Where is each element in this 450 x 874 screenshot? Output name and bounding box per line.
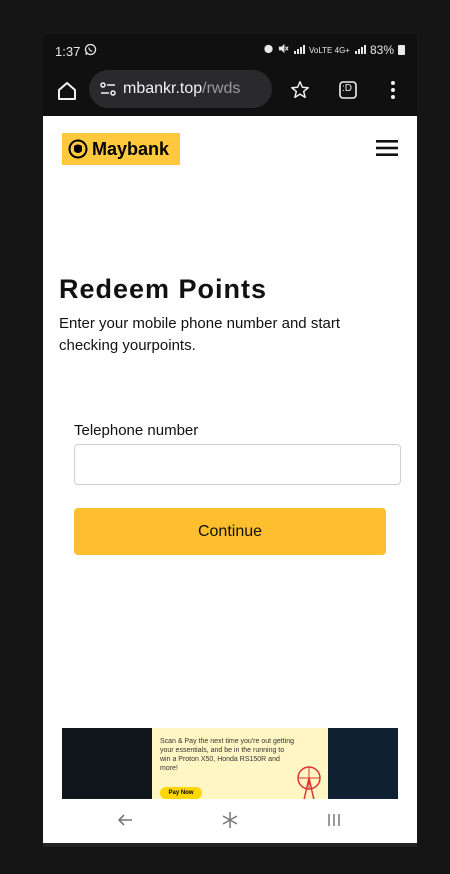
tabs-label: :D — [342, 83, 352, 94]
battery-icon — [398, 45, 405, 55]
home-button[interactable] — [55, 79, 79, 103]
ferris-wheel-icon — [297, 766, 321, 800]
banner-card: Scan & Pay the next time you're out gett… — [152, 728, 328, 800]
address-bar[interactable]: mbankr.top/rwds — [89, 70, 272, 108]
telephone-label: Telephone number — [74, 422, 199, 439]
promo-banner[interactable]: Scan & Pay the next time you're out gett… — [62, 728, 398, 800]
back-arrow-icon — [117, 814, 132, 826]
telephone-input[interactable] — [74, 444, 401, 485]
page-title: Redeem Points — [59, 274, 268, 304]
tiger-logo-icon — [68, 139, 88, 159]
logo-text: Maybank — [92, 138, 170, 159]
battery-percent: 83% — [369, 43, 394, 57]
signal-icon-2 — [354, 43, 366, 57]
status-left: 1:37 — [55, 43, 97, 59]
phone-screen: 1:37 VoLTE 4G+ 83% mbankr.top/rwds:D Ma… — [43, 34, 417, 847]
system-nav-bar — [43, 799, 417, 843]
web-page: Maybank Redeem Points Enter your mobile … — [43, 116, 417, 847]
back-button[interactable] — [115, 810, 135, 830]
hamburger-icon — [376, 140, 398, 156]
browser-toolbar: mbankr.top/rwds :D — [43, 66, 417, 116]
alarm-icon — [263, 43, 274, 57]
hamburger-menu-button[interactable] — [376, 140, 398, 156]
more-vert-icon — [391, 81, 395, 99]
network-type: VoLTE 4G+ — [308, 45, 350, 55]
site-settings-icon[interactable] — [99, 80, 117, 98]
clock: 1:37 — [55, 43, 81, 59]
continue-button[interactable]: Continue — [74, 508, 386, 555]
url-path: /rwds — [202, 80, 241, 97]
banner-left-image — [62, 728, 152, 800]
tabs-button[interactable]: :D — [337, 79, 359, 101]
pay-now-button[interactable]: Pay Now — [160, 787, 202, 799]
banner-text: Scan & Pay the next time you're out gett… — [160, 738, 295, 772]
status-right: VoLTE 4G+ 83% — [263, 43, 405, 57]
maybank-logo[interactable]: Maybank — [62, 133, 180, 165]
home-icon — [58, 82, 76, 100]
url-host: mbankr.top — [123, 80, 203, 97]
signal-icon — [293, 43, 305, 57]
bookmark-button[interactable] — [289, 79, 311, 101]
status-bar: 1:37 VoLTE 4G+ 83% — [43, 34, 417, 66]
browser-menu-button[interactable] — [383, 78, 403, 102]
page-subtitle: Enter your mobile phone number and start… — [59, 315, 340, 354]
asterisk-home-icon — [222, 812, 238, 828]
whatsapp-icon — [84, 43, 97, 59]
recent-apps-button[interactable] — [325, 811, 343, 829]
star-icon — [291, 81, 309, 99]
banner-right-image — [328, 728, 398, 800]
recent-apps-icon — [328, 814, 340, 826]
url-text: mbankr.top/rwds — [123, 80, 240, 98]
mute-icon — [278, 43, 289, 57]
home-nav-button[interactable] — [220, 810, 240, 830]
bottom-strip — [43, 843, 417, 847]
